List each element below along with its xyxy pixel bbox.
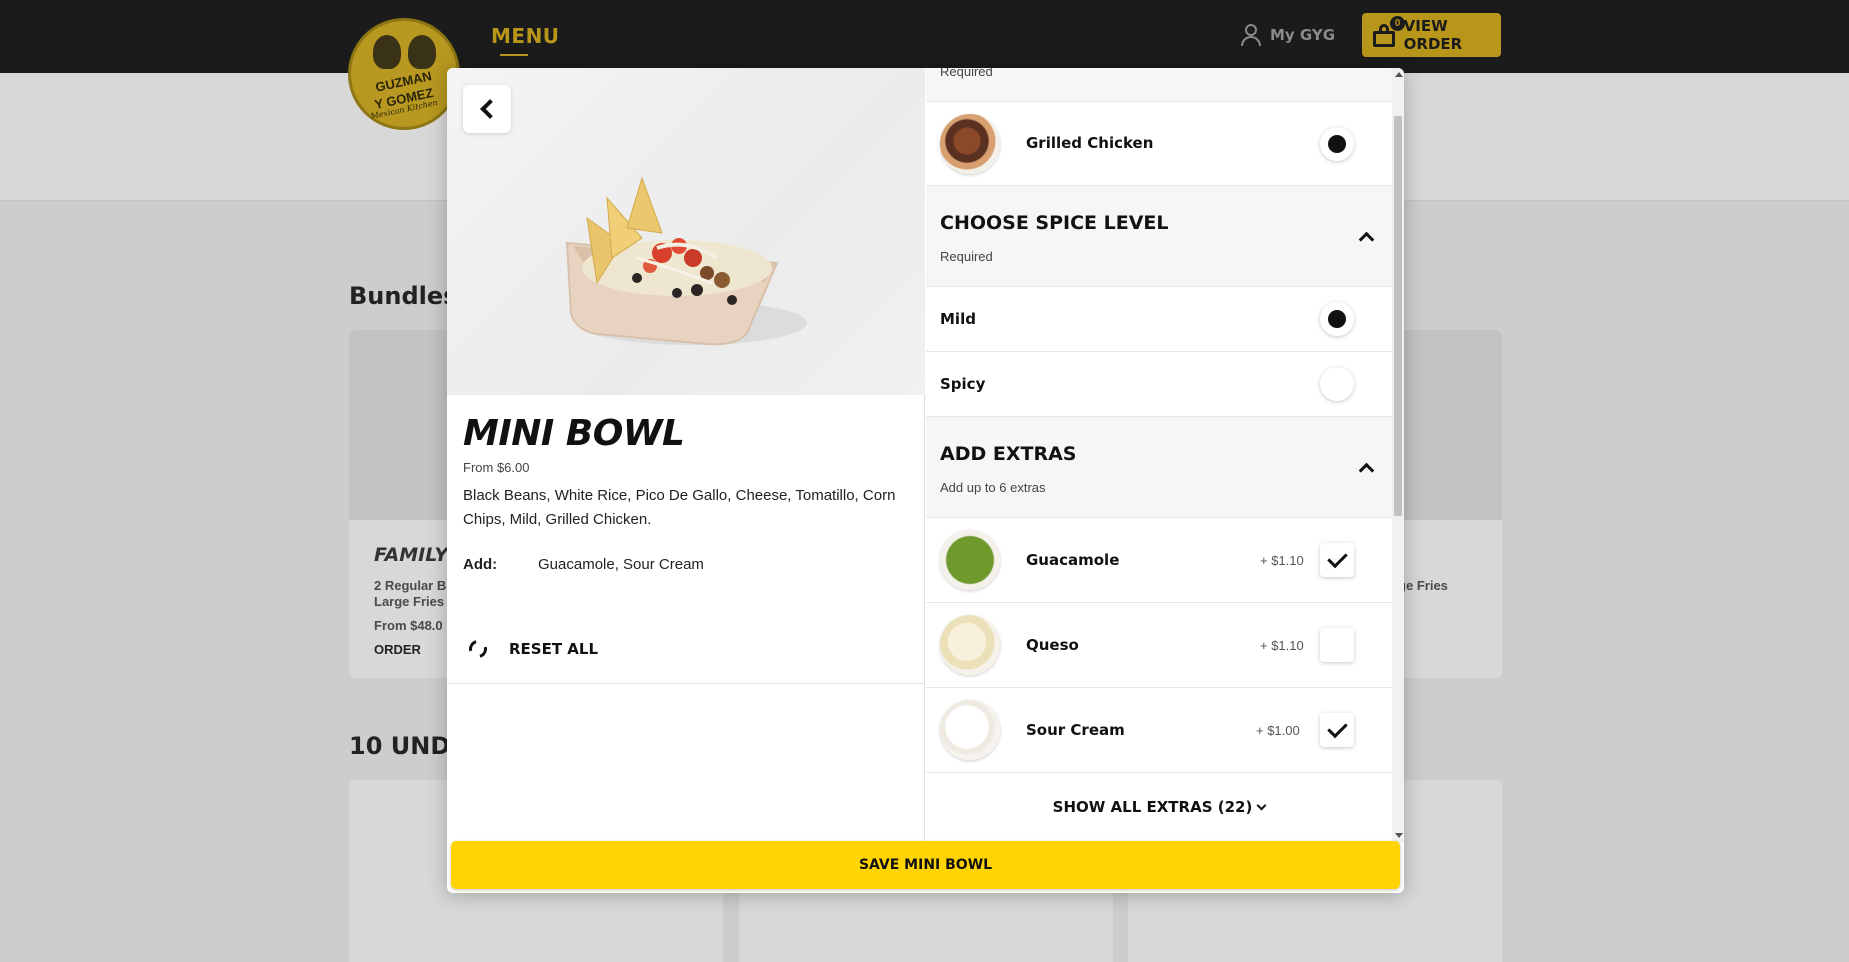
extra-row-sour-cream[interactable]: Sour Cream + $1.00 xyxy=(926,688,1392,773)
logo-faces xyxy=(369,34,439,71)
logo-face-left xyxy=(372,34,401,69)
save-button-label: SAVE MINI BOWL xyxy=(858,857,993,873)
extra-row-guacamole[interactable]: Guacamole + $1.10 xyxy=(926,518,1392,603)
chevron-down-icon xyxy=(1256,800,1267,811)
spice-section-header[interactable]: CHOOSE SPICE LEVEL Required xyxy=(926,186,1392,287)
sour-cream-checkbox[interactable] xyxy=(1320,713,1354,747)
refresh-icon xyxy=(465,636,491,662)
spice-required-label: Required xyxy=(940,249,993,264)
sour-cream-thumbnail xyxy=(940,700,1000,760)
protein-required-label: Required xyxy=(940,68,993,79)
extras-limit-label: Add up to 6 extras xyxy=(940,480,1046,495)
scroll-down-arrow-icon[interactable] xyxy=(1395,833,1403,838)
cart-count-badge: 0 xyxy=(1390,16,1405,31)
queso-price: + $1.10 xyxy=(1260,638,1304,653)
queso-thumbnail xyxy=(940,615,1000,675)
my-gyg-label: My GYG xyxy=(1270,26,1336,44)
product-description: Black Beans, White Rice, Pico De Gallo, … xyxy=(463,487,896,528)
nav-menu-underline xyxy=(500,54,528,56)
guacamole-thumbnail xyxy=(940,530,1000,590)
option-row-spicy[interactable]: Spicy xyxy=(926,352,1392,417)
save-mini-bowl-button[interactable]: SAVE MINI BOWL xyxy=(451,841,1400,889)
queso-checkbox[interactable] xyxy=(1320,628,1354,662)
reset-all-button[interactable]: RESET ALL xyxy=(465,636,599,662)
protein-section-header: Required xyxy=(926,68,1392,102)
nav-menu-link[interactable]: MENU xyxy=(491,24,560,48)
reset-all-label: RESET ALL xyxy=(509,640,599,658)
guacamole-price: + $1.10 xyxy=(1260,553,1304,568)
show-all-extras-button[interactable]: SHOW ALL EXTRAS (22) xyxy=(926,798,1392,816)
gyg-logo[interactable]: GUZMAN Y GOMEZ Mexican Kitchen xyxy=(348,18,460,130)
show-all-extras-label: SHOW ALL EXTRAS (22) xyxy=(1052,798,1253,816)
top-navigation-bar xyxy=(0,0,1849,73)
mini-bowl-image xyxy=(565,176,807,346)
product-photo xyxy=(447,68,925,395)
customization-pane: Required Grilled Chicken CHOOSE SPICE LE… xyxy=(926,68,1392,843)
extra-row-queso[interactable]: Queso + $1.10 xyxy=(926,603,1392,688)
spice-section-title: CHOOSE SPICE LEVEL xyxy=(940,212,1169,234)
logo-face-right xyxy=(407,34,436,69)
additions-label: Add: xyxy=(463,556,498,573)
chevron-up-icon xyxy=(1358,231,1375,248)
sour-cream-price: + $1.00 xyxy=(1256,723,1300,738)
bundle-card-order[interactable]: ORDER xyxy=(374,642,421,657)
grilled-chicken-radio[interactable] xyxy=(1320,127,1354,161)
additions-items: Guacamole, Sour Cream xyxy=(538,556,704,573)
bundle-card-desc-line1: 2 Regular B xyxy=(374,578,447,593)
sour-cream-label: Sour Cream xyxy=(1026,721,1125,739)
product-title: MINI BOWL xyxy=(463,413,685,454)
option-row-mild[interactable]: Mild xyxy=(926,287,1392,352)
mild-label: Mild xyxy=(940,310,976,328)
extras-section-title: ADD EXTRAS xyxy=(940,443,1077,465)
scroll-up-arrow-icon[interactable] xyxy=(1395,72,1403,77)
view-order-button[interactable]: VIEW ORDER xyxy=(1362,13,1501,57)
bundle-card-desc-line2: Large Fries xyxy=(374,594,445,609)
spicy-label: Spicy xyxy=(940,375,986,393)
guacamole-checkbox[interactable] xyxy=(1320,543,1354,577)
user-icon xyxy=(1240,24,1262,46)
product-additions: Add: Guacamole, Sour Cream xyxy=(463,556,704,573)
chevron-left-icon xyxy=(480,99,500,119)
my-gyg-link[interactable]: My GYG xyxy=(1240,24,1335,46)
back-button[interactable] xyxy=(463,85,511,133)
section-title-bundles: Bundles xyxy=(349,282,458,310)
product-price: From $6.00 xyxy=(463,460,530,475)
queso-label: Queso xyxy=(1026,636,1079,654)
extras-section-header[interactable]: ADD EXTRAS Add up to 6 extras xyxy=(926,417,1392,518)
bundle-card-price: From $48.0 xyxy=(374,618,443,633)
chevron-up-icon xyxy=(1358,462,1375,479)
option-row-grilled-chicken[interactable]: Grilled Chicken xyxy=(926,102,1392,186)
grilled-chicken-thumbnail xyxy=(940,114,1000,174)
spicy-radio[interactable] xyxy=(1320,367,1354,401)
scrollbar-thumb[interactable] xyxy=(1394,116,1402,516)
mild-radio[interactable] xyxy=(1320,302,1354,336)
view-order-label: VIEW ORDER xyxy=(1403,17,1463,53)
product-customize-modal: MINI BOWL From $6.00 Black Beans, White … xyxy=(447,68,1404,893)
divider xyxy=(447,683,925,684)
product-details-pane: MINI BOWL From $6.00 Black Beans, White … xyxy=(447,68,925,843)
guacamole-label: Guacamole xyxy=(1026,551,1120,569)
grilled-chicken-label: Grilled Chicken xyxy=(1026,134,1154,152)
